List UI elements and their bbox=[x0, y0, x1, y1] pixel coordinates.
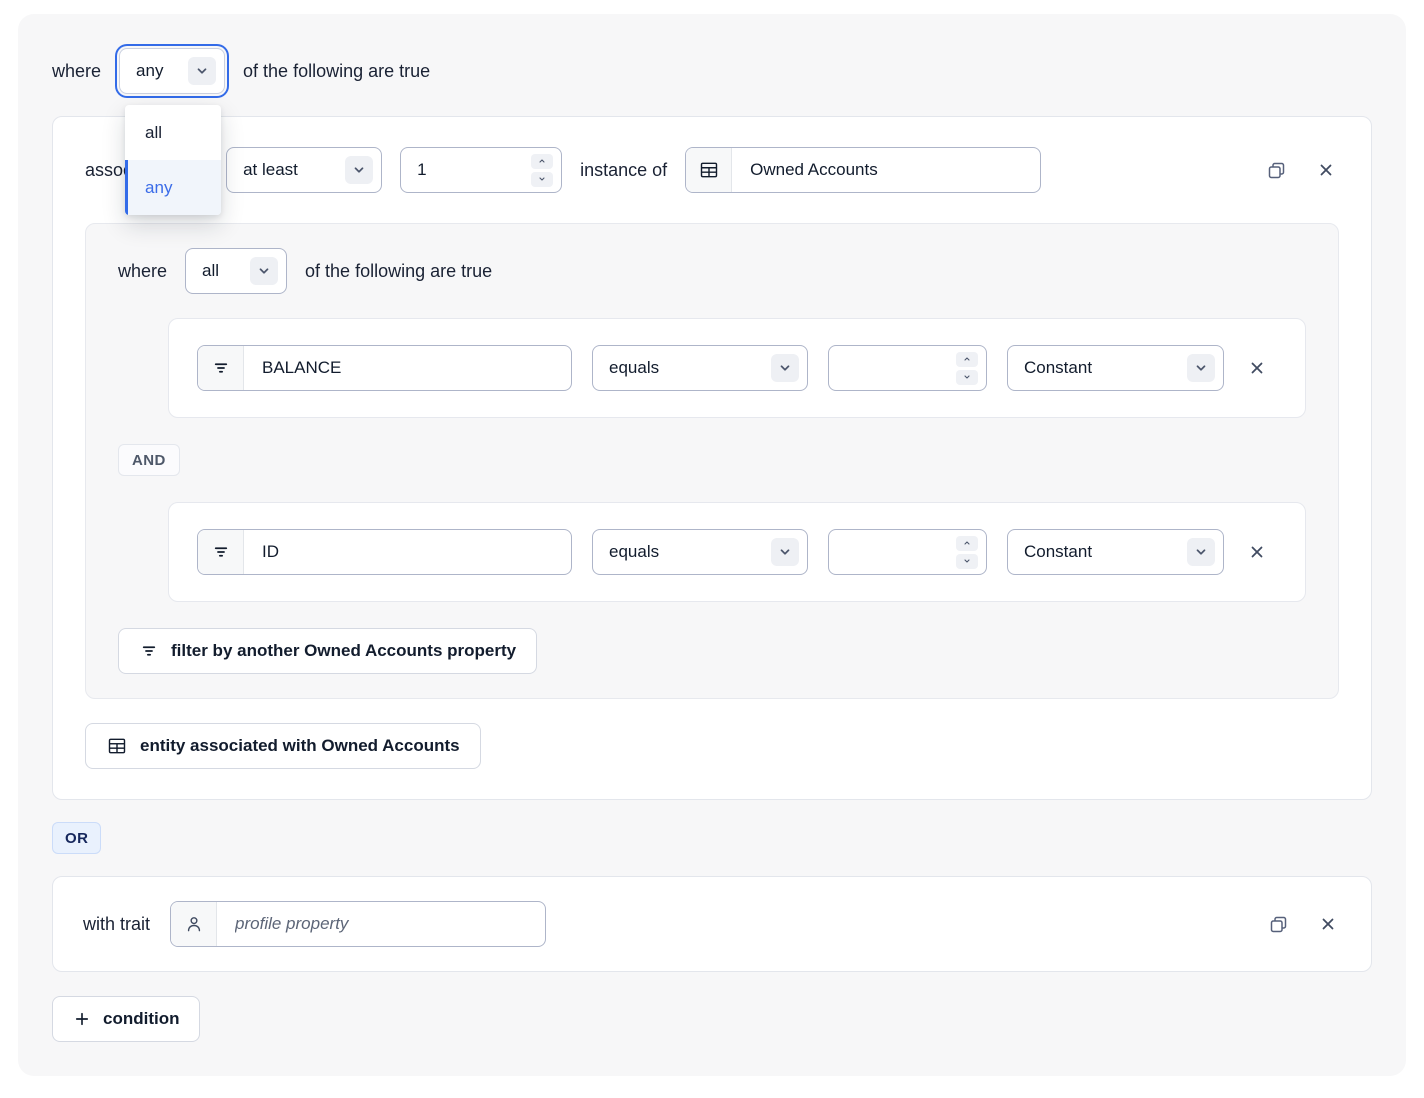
remove-condition-button[interactable] bbox=[1313, 157, 1339, 183]
trait-row: with trait bbox=[83, 901, 1341, 947]
trait-property-input[interactable] bbox=[217, 902, 545, 946]
nested-suffix-label: of the following are true bbox=[305, 261, 492, 282]
stepper-up-icon[interactable] bbox=[531, 154, 553, 169]
operator-dropdown-menu: all any bbox=[125, 105, 221, 215]
close-icon bbox=[1248, 543, 1266, 561]
entity-picker[interactable]: Owned Accounts bbox=[685, 147, 1041, 193]
add-condition-button[interactable]: condition bbox=[52, 996, 200, 1042]
or-conjunction-badge: OR bbox=[52, 822, 101, 854]
chevron-down-icon bbox=[1187, 538, 1215, 566]
stepper-buttons bbox=[956, 536, 978, 569]
entity-name: Owned Accounts bbox=[732, 148, 1040, 192]
trait-property-picker[interactable] bbox=[170, 901, 546, 947]
filter-icon bbox=[139, 642, 159, 660]
top-operator-row: where any all any of the following are t… bbox=[52, 48, 1372, 94]
nested-filter-group: where all of the following are true bbox=[85, 223, 1339, 699]
value-input[interactable] bbox=[845, 542, 948, 562]
association-row-actions bbox=[1262, 156, 1339, 185]
association-condition-card: associated with at least bbox=[52, 116, 1372, 800]
add-property-filter-button[interactable]: filter by another Owned Accounts propert… bbox=[118, 628, 537, 674]
operator-select[interactable]: equals bbox=[592, 345, 808, 391]
operator-select[interactable]: equals bbox=[592, 529, 808, 575]
and-conjunction-badge: AND bbox=[118, 444, 180, 476]
where-label: where bbox=[52, 61, 101, 82]
value-input[interactable] bbox=[845, 358, 948, 378]
nested-operator-row: where all of the following are true bbox=[118, 248, 1306, 294]
chevron-down-icon bbox=[250, 257, 278, 285]
remove-condition-button[interactable] bbox=[1315, 911, 1341, 937]
instance-of-label: instance of bbox=[580, 160, 667, 181]
property-picker[interactable]: ID bbox=[197, 529, 572, 575]
nested-operator-select[interactable]: all bbox=[185, 248, 287, 294]
value-type-select[interactable]: Constant bbox=[1007, 529, 1224, 575]
add-condition-label: condition bbox=[103, 1009, 179, 1029]
table-icon bbox=[686, 148, 732, 192]
close-icon bbox=[1319, 915, 1337, 933]
table-icon bbox=[106, 736, 128, 756]
trait-row-actions bbox=[1264, 910, 1341, 939]
operator-value: equals bbox=[609, 542, 659, 562]
chevron-down-icon bbox=[771, 538, 799, 566]
entity-association-button[interactable]: entity associated with Owned Accounts bbox=[85, 723, 481, 769]
property-name: ID bbox=[244, 530, 571, 574]
menu-option-all[interactable]: all bbox=[125, 105, 221, 160]
condition-row: ID equals bbox=[197, 529, 1277, 575]
menu-option-any[interactable]: any bbox=[125, 160, 221, 215]
value-stepper bbox=[828, 529, 987, 575]
stepper-buttons bbox=[531, 154, 553, 187]
stepper-up-icon[interactable] bbox=[956, 536, 978, 551]
condition-card: ID equals bbox=[168, 502, 1306, 602]
stepper-down-icon[interactable] bbox=[956, 554, 978, 569]
condition-card: BALANCE equals bbox=[168, 318, 1306, 418]
quantifier-value: at least bbox=[243, 160, 298, 180]
top-operator-select[interactable]: any bbox=[119, 48, 225, 94]
top-operator-anchor: any all any bbox=[119, 48, 225, 94]
filter-icon bbox=[198, 530, 244, 574]
plus-icon bbox=[73, 1010, 91, 1028]
operator-value: equals bbox=[609, 358, 659, 378]
top-suffix-label: of the following are true bbox=[243, 61, 430, 82]
duplicate-button[interactable] bbox=[1262, 156, 1291, 185]
with-trait-label: with trait bbox=[83, 914, 150, 935]
property-name: BALANCE bbox=[244, 346, 571, 390]
trait-condition-card: with trait bbox=[52, 876, 1372, 972]
add-property-filter-label: filter by another Owned Accounts propert… bbox=[171, 641, 516, 661]
or-separator-row: OR bbox=[52, 800, 1372, 876]
audience-condition-builder: where any all any of the following are t… bbox=[0, 0, 1424, 1098]
close-icon bbox=[1248, 359, 1266, 377]
nested-operator-value: all bbox=[202, 261, 219, 281]
property-picker[interactable]: BALANCE bbox=[197, 345, 572, 391]
value-type-value: Constant bbox=[1024, 542, 1092, 562]
entity-association-label: entity associated with Owned Accounts bbox=[140, 736, 460, 756]
stepper-down-icon[interactable] bbox=[956, 370, 978, 385]
value-type-value: Constant bbox=[1024, 358, 1092, 378]
copy-icon bbox=[1266, 160, 1287, 181]
chevron-down-icon bbox=[1187, 354, 1215, 382]
filter-icon bbox=[198, 346, 244, 390]
condition-row: BALANCE equals bbox=[197, 345, 1277, 391]
value-stepper bbox=[828, 345, 987, 391]
association-row: associated with at least bbox=[85, 147, 1339, 193]
quantifier-select[interactable]: at least bbox=[226, 147, 382, 193]
top-operator-value: any bbox=[136, 61, 163, 81]
copy-icon bbox=[1268, 914, 1289, 935]
instance-count-input[interactable] bbox=[417, 160, 523, 180]
chevron-down-icon bbox=[345, 156, 373, 184]
stepper-buttons bbox=[956, 352, 978, 385]
condition-builder-panel: where any all any of the following are t… bbox=[18, 14, 1406, 1076]
instance-count-stepper bbox=[400, 147, 562, 193]
person-icon bbox=[171, 902, 217, 946]
value-type-select[interactable]: Constant bbox=[1007, 345, 1224, 391]
stepper-up-icon[interactable] bbox=[956, 352, 978, 367]
remove-filter-button[interactable] bbox=[1244, 355, 1270, 381]
remove-filter-button[interactable] bbox=[1244, 539, 1270, 565]
duplicate-button[interactable] bbox=[1264, 910, 1293, 939]
close-icon bbox=[1317, 161, 1335, 179]
chevron-down-icon bbox=[188, 57, 216, 85]
stepper-down-icon[interactable] bbox=[531, 172, 553, 187]
chevron-down-icon bbox=[771, 354, 799, 382]
where-label: where bbox=[118, 261, 167, 282]
